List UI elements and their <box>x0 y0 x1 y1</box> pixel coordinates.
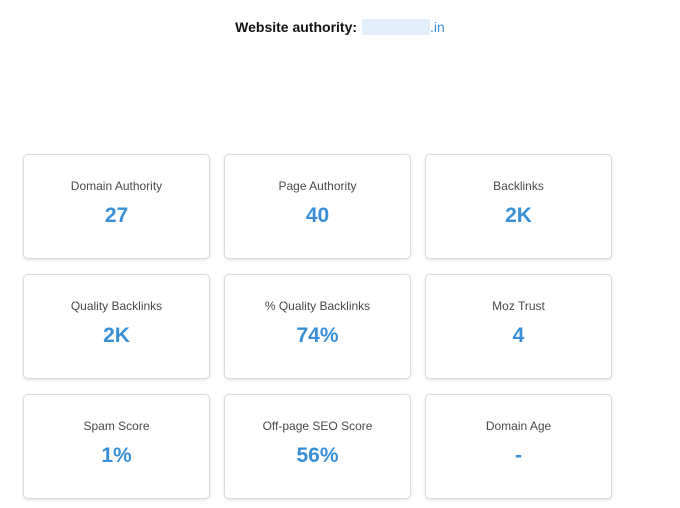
metric-value: 1% <box>101 444 132 467</box>
metric-value: 56% <box>296 444 339 467</box>
metric-value: 27 <box>104 204 129 227</box>
metric-card-domain-authority: Domain Authority 27 <box>23 154 210 259</box>
metric-value: 4 <box>512 324 525 347</box>
metric-title: Spam Score <box>83 419 150 433</box>
metric-value: 74% <box>296 324 339 347</box>
metric-card-domain-age: Domain Age - <box>425 394 612 499</box>
domain-suffix: .in <box>430 19 445 35</box>
metric-card-quality-backlinks: Quality Backlinks 2K <box>23 274 210 379</box>
metric-card-page-authority: Page Authority 40 <box>224 154 411 259</box>
metric-card-spam-score: Spam Score 1% <box>23 394 210 499</box>
metric-value: 2K <box>103 324 130 347</box>
metric-card-offpage-seo-score: Off-page SEO Score 56% <box>224 394 411 499</box>
metric-title: Backlinks <box>493 179 544 193</box>
metric-title: Off-page SEO Score <box>262 419 373 433</box>
metric-title: Page Authority <box>278 179 357 193</box>
metric-title: Domain Authority <box>70 179 163 193</box>
website-domain: .in <box>362 17 445 37</box>
metric-value: - <box>515 444 522 467</box>
metric-value: 2K <box>505 204 532 227</box>
metric-title: Quality Backlinks <box>70 299 163 313</box>
metric-card-moz-trust: Moz Trust 4 <box>425 274 612 379</box>
redacted-domain-name <box>362 19 431 35</box>
header-label: Website authority: <box>235 19 358 35</box>
metric-value: 40 <box>305 204 330 227</box>
metric-title: % Quality Backlinks <box>264 299 371 313</box>
metrics-grid: Domain Authority 27 Page Authority 40 Ba… <box>23 154 612 499</box>
metric-card-percent-quality-backlinks: % Quality Backlinks 74% <box>224 274 411 379</box>
metric-card-backlinks: Backlinks 2K <box>425 154 612 259</box>
metric-title: Domain Age <box>485 419 552 433</box>
metric-title: Moz Trust <box>492 299 545 313</box>
website-authority-header: Website authority: .in <box>0 17 680 37</box>
